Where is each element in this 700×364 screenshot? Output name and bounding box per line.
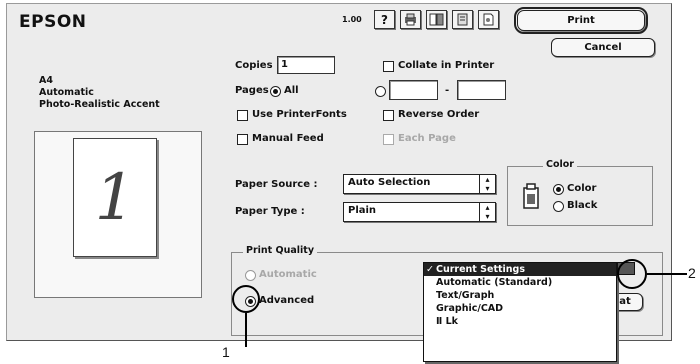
color-group-title: Color <box>543 159 577 170</box>
black-radio-label: Black <box>567 200 598 211</box>
reverse-order-checkbox[interactable] <box>383 110 394 121</box>
quality-automatic-label: Automatic <box>259 269 317 280</box>
help-glyph: ? <box>381 12 388 27</box>
reverse-order-label: Reverse Order <box>398 109 480 120</box>
pages-all-radio[interactable] <box>270 86 281 97</box>
callout-number-2: 2 <box>688 265 696 281</box>
each-page-label: Each Page <box>398 133 456 144</box>
updown-arrows-icon: ▴ ▾ <box>479 203 495 221</box>
dropdown-item-text-graph[interactable]: Text/Graph <box>424 289 616 302</box>
each-page-checkbox[interactable] <box>383 134 394 145</box>
page-number: 1 <box>94 160 136 235</box>
layout-icon[interactable] <box>426 10 447 29</box>
preview-mode: Automatic <box>39 87 94 98</box>
dropdown-item-label: Graphic/CAD <box>436 303 504 314</box>
dropdown-item-graphic-cad[interactable]: Graphic/CAD <box>424 302 616 315</box>
dropdown-item-label: Ⅱ Lk <box>436 316 458 327</box>
background-icon[interactable] <box>478 10 499 29</box>
dropdown-item-label: Automatic (Standard) <box>436 277 553 288</box>
ink-cartridge-icon <box>521 182 541 213</box>
copies-input[interactable]: 1 <box>277 56 335 74</box>
quality-advanced-label: Advanced <box>259 295 315 306</box>
print-button[interactable]: Print <box>514 7 648 34</box>
callout-circle-2 <box>617 259 647 289</box>
color-radio[interactable] <box>553 184 564 195</box>
paper-source-select[interactable]: Auto Selection ▴ ▾ <box>343 174 496 194</box>
print-quality-title: Print Quality <box>243 245 318 256</box>
brand-title: EPSON <box>19 12 87 32</box>
paper-source-value: Auto Selection <box>348 177 431 188</box>
media-icon[interactable] <box>452 10 473 29</box>
pages-all-label: All <box>284 85 299 96</box>
pages-from-input[interactable] <box>389 80 438 100</box>
preview-page: 1 <box>73 138 157 257</box>
collate-checkbox[interactable] <box>383 61 394 72</box>
dropdown-item-partial[interactable]: Ⅱ Lk <box>424 315 616 328</box>
black-radio[interactable] <box>553 201 564 212</box>
version-label: 1.00 <box>342 15 362 24</box>
dropdown-item-label: Current Settings <box>436 264 526 275</box>
use-printer-fonts-checkbox[interactable] <box>237 110 248 121</box>
dropdown-item-automatic-standard[interactable]: Automatic (Standard) <box>424 276 616 289</box>
paper-type-value: Plain <box>348 205 377 216</box>
help-icon[interactable]: ? <box>374 10 395 29</box>
collate-label: Collate in Printer <box>398 60 495 71</box>
color-radio-label: Color <box>567 183 597 194</box>
copies-label: Copies : <box>235 60 281 71</box>
dropdown-item-current-settings[interactable]: ✓ Current Settings <box>424 263 616 276</box>
pages-range-radio[interactable] <box>375 86 386 97</box>
paper-type-label: Paper Type : <box>235 206 305 217</box>
updown-arrows-icon: ▴ ▾ <box>479 175 495 193</box>
checkmark-icon: ✓ <box>426 264 434 275</box>
paper-source-label: Paper Source : <box>235 179 318 190</box>
quality-settings-dropdown[interactable]: ✓ Current Settings Automatic (Standard) … <box>423 262 617 362</box>
use-printer-fonts-label: Use PrinterFonts <box>252 109 347 120</box>
callout-line-2 <box>647 273 687 275</box>
cancel-button[interactable]: Cancel <box>551 38 655 57</box>
preview-paper-size: A4 <box>39 75 53 86</box>
manual-feed-label: Manual Feed <box>252 133 324 144</box>
dropdown-item-label: Text/Graph <box>436 290 495 301</box>
preview-frame: 1 <box>34 131 202 298</box>
pages-to-input[interactable] <box>457 80 506 100</box>
callout-number-1: 1 <box>222 344 230 360</box>
paper-type-select[interactable]: Plain ▴ ▾ <box>343 202 496 222</box>
callout-circle-1 <box>232 285 260 313</box>
pages-dash: - <box>445 85 450 96</box>
callout-line-1 <box>245 313 247 347</box>
preview-quality: Photo-Realistic Accent <box>39 99 160 110</box>
printer-status-icon[interactable] <box>400 10 421 29</box>
quality-automatic-radio[interactable] <box>245 270 256 281</box>
manual-feed-checkbox[interactable] <box>237 134 248 145</box>
